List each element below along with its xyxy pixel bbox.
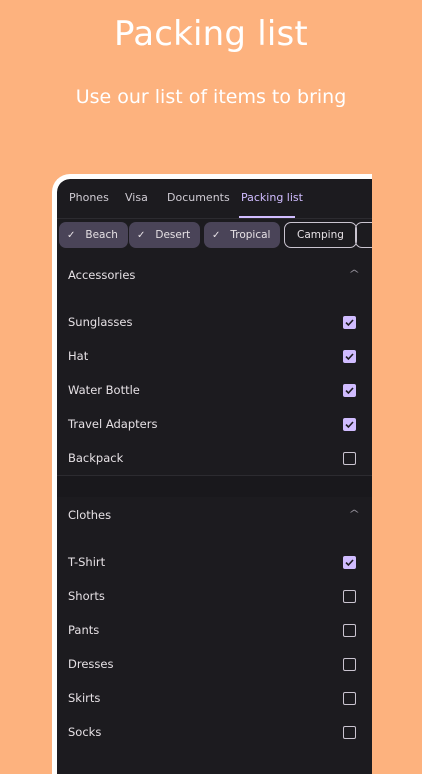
item-label: T-Shirt: [68, 555, 106, 569]
tab-phones[interactable]: Phones: [69, 191, 109, 204]
hero-title: Packing list: [114, 14, 308, 54]
tab-active-indicator: [239, 216, 295, 218]
checkbox-unchecked[interactable]: [343, 452, 356, 465]
list-item[interactable]: Shorts: [57, 580, 372, 614]
list-item[interactable]: Sunglasses: [57, 306, 372, 340]
item-label: Backpack: [68, 451, 124, 465]
list-item[interactable]: T-Shirt: [57, 546, 372, 580]
item-label: Pants: [68, 623, 100, 637]
checkbox-unchecked[interactable]: [343, 726, 356, 739]
item-label: Travel Adapters: [68, 417, 158, 431]
checkbox-checked[interactable]: [343, 556, 356, 569]
list-item[interactable]: Dresses: [57, 648, 372, 682]
chip-label: Desert: [155, 229, 191, 241]
chip-beach[interactable]: ✓ Beach: [59, 222, 128, 248]
app-screen: Phones Visa Documents Packing list ✓ Bea…: [57, 179, 372, 774]
item-label: Socks: [68, 725, 102, 739]
list-item[interactable]: Skirts: [57, 682, 372, 716]
item-label: Sunglasses: [68, 315, 133, 329]
list-item[interactable]: Travel Adapters: [57, 408, 372, 442]
chip-tropical[interactable]: ✓ Tropical: [204, 222, 281, 248]
section-title: Accessories: [68, 268, 136, 282]
list-item[interactable]: Backpack: [57, 442, 372, 476]
list-item[interactable]: Pants: [57, 614, 372, 648]
item-label: Dresses: [68, 657, 114, 671]
chip-more[interactable]: [355, 222, 372, 248]
section-title: Clothes: [68, 508, 112, 522]
check-icon: ✓: [212, 229, 221, 241]
chevron-up-icon[interactable]: ^: [348, 269, 360, 280]
phone-frame: Phones Visa Documents Packing list ✓ Bea…: [52, 174, 372, 774]
section-header-clothes[interactable]: Clothes ^: [57, 501, 372, 531]
checkbox-unchecked[interactable]: [343, 590, 356, 603]
hero-subtitle: Use our list of items to bring: [75, 86, 347, 108]
list-item[interactable]: Socks: [57, 716, 372, 750]
checkbox-unchecked[interactable]: [343, 692, 356, 705]
tab-bar: Phones Visa Documents Packing list: [57, 179, 372, 219]
checkbox-unchecked[interactable]: [343, 624, 356, 637]
tab-packing-list[interactable]: Packing list: [241, 191, 303, 204]
chip-label: Camping: [297, 229, 344, 241]
chip-desert[interactable]: ✓ Desert: [129, 222, 201, 248]
checkbox-checked[interactable]: [343, 384, 356, 397]
checkbox-checked[interactable]: [343, 418, 356, 431]
check-icon: ✓: [67, 229, 76, 241]
chevron-up-icon[interactable]: ^: [348, 509, 360, 520]
section-divider: [57, 475, 372, 497]
filter-chips: ✓ Beach ✓ Desert ✓ Tropical Camping: [57, 222, 372, 248]
chip-label: Beach: [85, 229, 118, 241]
checkbox-unchecked[interactable]: [343, 658, 356, 671]
list-item[interactable]: Hat: [57, 340, 372, 374]
item-label: Skirts: [68, 691, 101, 705]
check-icon: ✓: [137, 229, 146, 241]
item-label: Water Bottle: [68, 383, 140, 397]
section-header-accessories[interactable]: Accessories ^: [57, 261, 372, 291]
tab-visa[interactable]: Visa: [125, 191, 148, 204]
item-label: Hat: [68, 349, 89, 363]
chip-label: Tropical: [230, 229, 271, 241]
list-item[interactable]: Water Bottle: [57, 374, 372, 408]
checkbox-checked[interactable]: [343, 350, 356, 363]
checkbox-checked[interactable]: [343, 316, 356, 329]
chip-camping[interactable]: Camping: [284, 222, 357, 248]
item-label: Shorts: [68, 589, 105, 603]
tab-documents[interactable]: Documents: [167, 191, 230, 204]
